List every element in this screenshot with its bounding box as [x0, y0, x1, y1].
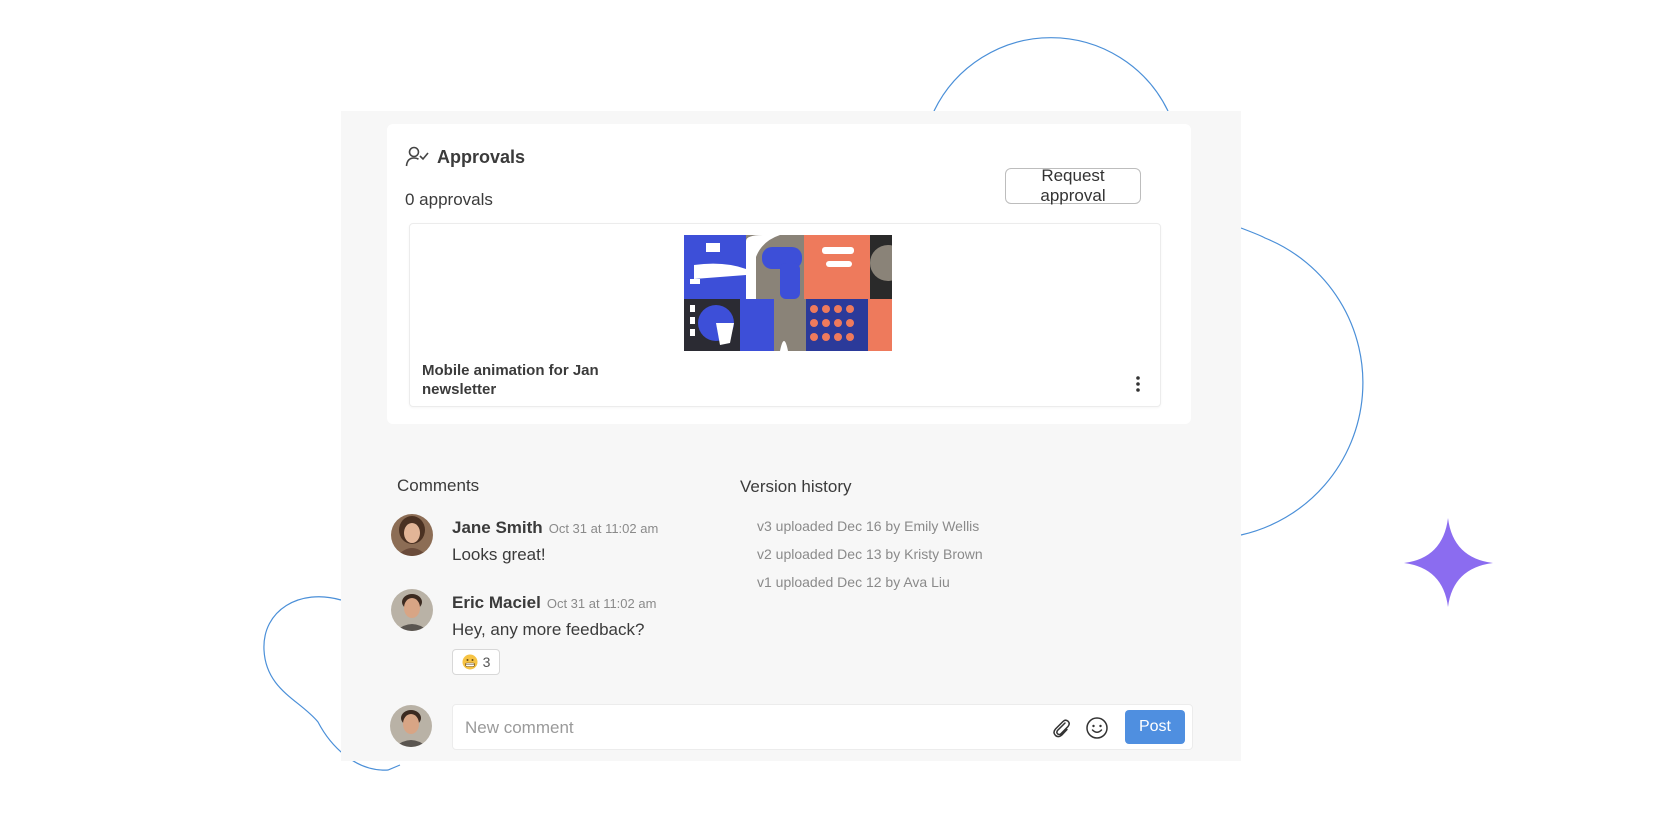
version-item[interactable]: v2 uploaded Dec 13 by Kristy Brown [757, 546, 983, 562]
request-approval-button[interactable]: Request approval [1005, 166, 1141, 205]
grimace-emoji-icon [462, 654, 478, 670]
sparkle-icon [1404, 518, 1493, 607]
comment-author: Eric Maciel Oct 31 at 11:02 am [452, 593, 656, 613]
user-check-icon [405, 146, 429, 167]
asset-detail-panel: Approvals 0 approvals Request approval M… [341, 111, 1241, 761]
author-name: Jane Smith [452, 518, 543, 537]
emoji-picker-icon[interactable] [1085, 716, 1109, 740]
post-button[interactable]: Post [1125, 710, 1185, 744]
comments-heading: Comments [397, 476, 480, 495]
new-comment-input[interactable] [463, 713, 1027, 743]
approvals-card: Approvals 0 approvals Request approval M… [387, 124, 1191, 424]
version-item[interactable]: v1 uploaded Dec 12 by Ava Liu [757, 574, 950, 590]
comment-author: Jane Smith Oct 31 at 11:02 am [452, 518, 658, 538]
approvals-header: Approvals [405, 146, 525, 168]
comment-timestamp: Oct 31 at 11:02 am [548, 521, 659, 536]
more-options-icon[interactable] [1132, 374, 1144, 394]
comment-timestamp: Oct 31 at 11:02 am [546, 596, 657, 611]
approvals-count: 0 approvals [405, 190, 493, 209]
app-frame: Approvals 0 approvals Request approval M… [0, 0, 1664, 820]
asset-tile[interactable]: Mobile animation for Jan newsletter [409, 223, 1161, 407]
version-history-heading: Version history [740, 477, 852, 496]
reaction-count: 3 [482, 654, 491, 670]
comment-composer: Post [452, 704, 1193, 750]
asset-thumbnail[interactable] [684, 235, 892, 351]
paperclip-icon[interactable] [1050, 717, 1072, 739]
comment-text: Looks great! [452, 545, 546, 564]
reaction-badge[interactable]: 3 [452, 649, 500, 675]
comment-text: Hey, any more feedback? [452, 620, 645, 639]
avatar[interactable] [391, 589, 433, 631]
asset-title: Mobile animation for Jan newsletter [422, 362, 599, 398]
current-user-avatar [390, 705, 432, 747]
approvals-title: Approvals [437, 146, 526, 167]
avatar[interactable] [391, 514, 433, 556]
version-item[interactable]: v3 uploaded Dec 16 by Emily Wellis [757, 518, 979, 534]
author-name: Eric Maciel [452, 593, 541, 612]
